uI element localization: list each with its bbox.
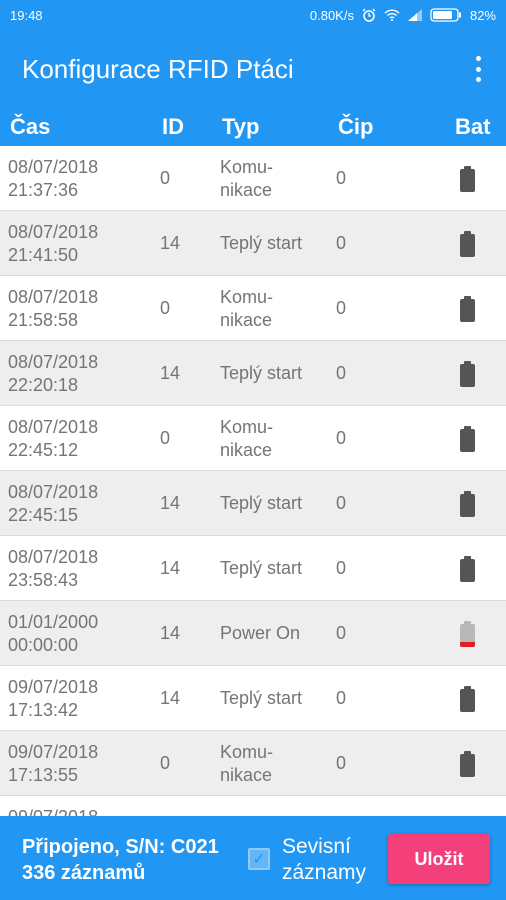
connection-label: Připojeno, S/N: C021 xyxy=(22,836,219,858)
record-chip: 0 xyxy=(336,168,347,188)
record-type: Komu-nikace xyxy=(220,287,274,330)
record-id: 0 xyxy=(160,168,171,188)
record-type: Komu-nikace xyxy=(220,417,274,460)
record-type: Teplý start xyxy=(220,363,303,383)
connection-status: Připojeno, S/N: C021 336 záznamů xyxy=(22,834,219,886)
table-row[interactable]: 01/01/2000 00:00:00 14 Power On 0 xyxy=(0,601,506,666)
record-count: 336 záznamů xyxy=(22,862,146,884)
record-id: 0 xyxy=(160,298,171,318)
table-row[interactable]: 08/07/2018 22:45:12 0 Komu-nikace 0 xyxy=(0,406,506,471)
table-row[interactable]: 09/07/2018 17:13:42 14 Teplý start 0 xyxy=(0,666,506,731)
battery-status-icon xyxy=(430,8,462,22)
column-header-row: Čas ID Typ Čip Bat xyxy=(0,110,506,146)
save-button[interactable]: Uložit xyxy=(388,834,490,884)
status-time: 19:48 xyxy=(10,7,43,23)
service-records-label: Sevisní záznamy xyxy=(282,835,367,884)
record-chip: 0 xyxy=(336,558,347,578)
record-chip: 0 xyxy=(336,688,347,708)
record-id: 14 xyxy=(160,493,181,513)
record-time: 08/07/2018 21:41:50 xyxy=(8,222,99,265)
battery-icon xyxy=(460,166,477,193)
table-row[interactable]: 08/07/2018 21:58:58 0 Komu-nikace 0 xyxy=(0,276,506,341)
record-time: 08/07/2018 22:20:18 xyxy=(8,352,99,395)
record-id: 0 xyxy=(160,753,171,773)
record-time: 01/01/2000 00:00:00 xyxy=(8,612,99,655)
record-id: 14 xyxy=(160,688,181,708)
column-header-cas: Čas xyxy=(10,114,51,139)
battery-low-icon xyxy=(460,621,477,648)
signal-icon xyxy=(407,9,422,21)
record-time: 08/07/2018 21:37:36 xyxy=(8,157,99,200)
column-header-id: ID xyxy=(162,114,184,139)
table-row[interactable]: 09/07/2018 xyxy=(0,796,506,816)
footer-bar: Připojeno, S/N: C021 336 záznamů ✓ Sevis… xyxy=(0,816,506,900)
battery-icon xyxy=(460,556,477,583)
record-list[interactable]: 08/07/2018 21:37:36 0 Komu-nikace 0 08/07… xyxy=(0,146,506,816)
record-chip: 0 xyxy=(336,233,347,253)
network-speed: 0.80K/s xyxy=(309,7,354,23)
battery-icon xyxy=(460,426,477,453)
record-chip: 0 xyxy=(336,623,347,643)
status-indicators: 0.80K/s 82% xyxy=(310,8,496,23)
record-type: Teplý start xyxy=(220,493,303,513)
record-time: 08/07/2018 21:58:58 xyxy=(8,287,99,330)
record-type: Teplý start xyxy=(220,233,303,253)
battery-icon xyxy=(460,491,477,518)
record-type: Komu-nikace xyxy=(220,742,274,785)
record-id: 0 xyxy=(160,428,171,448)
battery-icon xyxy=(460,361,477,388)
record-id: 14 xyxy=(160,233,181,253)
app-bar: Konfigurace RFID Ptáci xyxy=(0,30,506,110)
record-id: 14 xyxy=(160,623,181,643)
record-time: 08/07/2018 22:45:15 xyxy=(8,482,99,525)
record-time: 08/07/2018 22:45:12 xyxy=(8,417,99,460)
record-chip: 0 xyxy=(336,298,347,318)
record-chip: 0 xyxy=(336,363,347,383)
column-header-typ: Typ xyxy=(222,114,260,139)
record-id: 14 xyxy=(160,363,181,383)
record-type: Komu-nikace xyxy=(220,157,274,200)
table-row[interactable]: 09/07/2018 17:13:55 0 Komu-nikace 0 xyxy=(0,731,506,796)
alarm-icon xyxy=(362,8,376,22)
table-row[interactable]: 08/07/2018 23:58:43 14 Teplý start 0 xyxy=(0,536,506,601)
record-type: Teplý start xyxy=(220,558,303,578)
record-time: 09/07/2018 17:13:42 xyxy=(8,677,99,720)
record-time: 09/07/2018 17:13:55 xyxy=(8,742,99,785)
table-row[interactable]: 08/07/2018 21:37:36 0 Komu-nikace 0 xyxy=(0,146,506,211)
record-type: Teplý start xyxy=(220,688,303,708)
column-header-bat: Bat xyxy=(455,114,491,139)
table-row[interactable]: 08/07/2018 22:20:18 14 Teplý start 0 xyxy=(0,341,506,406)
record-type: Power On xyxy=(220,623,301,643)
status-bar: 19:48 0.80K/s 82% xyxy=(0,0,506,30)
service-records-checkbox[interactable]: ✓ xyxy=(248,848,270,870)
table-row[interactable]: 08/07/2018 22:45:15 14 Teplý start 0 xyxy=(0,471,506,536)
app-title: Konfigurace RFID Ptáci xyxy=(22,54,294,84)
column-header-cip: Čip xyxy=(338,114,374,139)
wifi-icon xyxy=(384,9,400,21)
battery-percent: 82% xyxy=(469,7,496,23)
overflow-menu-icon[interactable] xyxy=(474,56,482,82)
record-chip: 0 xyxy=(336,753,347,773)
battery-icon xyxy=(460,751,477,778)
table-row[interactable]: 08/07/2018 21:41:50 14 Teplý start 0 xyxy=(0,211,506,276)
record-chip: 0 xyxy=(336,493,347,513)
record-chip: 0 xyxy=(336,428,347,448)
battery-icon xyxy=(460,686,477,713)
record-time: 08/07/2018 23:58:43 xyxy=(8,547,99,590)
record-time: 09/07/2018 xyxy=(8,806,98,816)
record-id: 14 xyxy=(160,558,181,578)
battery-icon xyxy=(460,296,477,323)
battery-icon xyxy=(460,231,477,258)
